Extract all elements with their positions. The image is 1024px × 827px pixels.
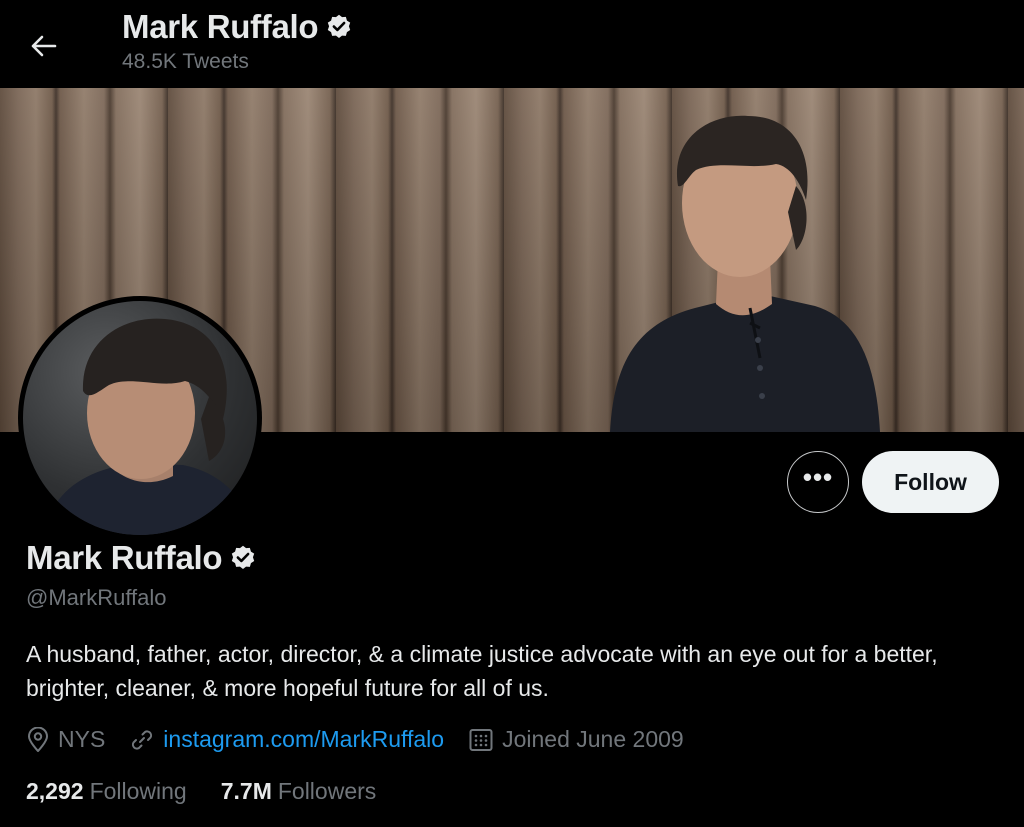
link-icon xyxy=(132,729,153,750)
website-item[interactable]: instagram.com/MarkRuffalo xyxy=(129,726,444,753)
more-options-button[interactable]: ••• xyxy=(787,451,849,513)
following-label: Following xyxy=(89,778,187,804)
profile-bio: A husband, father, actor, director, & a … xyxy=(26,641,938,701)
profile-avatar[interactable] xyxy=(18,296,262,540)
location-pin-icon xyxy=(28,726,48,752)
location-text: NYS xyxy=(58,726,106,752)
followers-label: Followers xyxy=(277,778,377,804)
back-arrow-icon xyxy=(31,35,57,57)
profile-header-bar: Mark Ruffalo 48.5K Tweets xyxy=(0,0,1024,88)
calendar-icon xyxy=(469,728,493,751)
following-count: 2,292 xyxy=(26,778,84,804)
profile-stats: 2,292 Following 7.7M Followers xyxy=(26,778,410,805)
avatar-portrait xyxy=(43,318,253,535)
profile-name-row: Mark Ruffalo xyxy=(26,539,257,577)
joined-text: Joined June 2009 xyxy=(502,726,684,752)
joined-item: Joined June 2009 xyxy=(468,726,684,753)
profile-meta: NYS instagram.com/MarkRuffalo Joined Jun… xyxy=(26,726,708,753)
verified-badge-icon xyxy=(328,14,351,38)
following-link[interactable]: 2,292 Following xyxy=(26,778,187,805)
header-title-row: Mark Ruffalo xyxy=(122,8,353,46)
verified-badge-icon xyxy=(232,545,255,569)
avatar-image xyxy=(23,301,257,535)
website-link[interactable]: instagram.com/MarkRuffalo xyxy=(163,726,444,753)
followers-link[interactable]: 7.7M Followers xyxy=(221,778,377,805)
header-tweet-count: 48.5K Tweets xyxy=(122,50,249,73)
followers-count: 7.7M xyxy=(220,778,272,804)
follow-button[interactable]: Follow xyxy=(862,451,999,513)
location-item: NYS xyxy=(26,726,105,753)
profile-name: Mark Ruffalo xyxy=(26,539,223,576)
banner-portrait xyxy=(610,115,880,432)
profile-handle: @MarkRuffalo xyxy=(26,585,167,610)
more-icon: ••• xyxy=(802,462,834,492)
back-button[interactable] xyxy=(22,24,66,68)
header-title: Mark Ruffalo xyxy=(122,8,319,45)
